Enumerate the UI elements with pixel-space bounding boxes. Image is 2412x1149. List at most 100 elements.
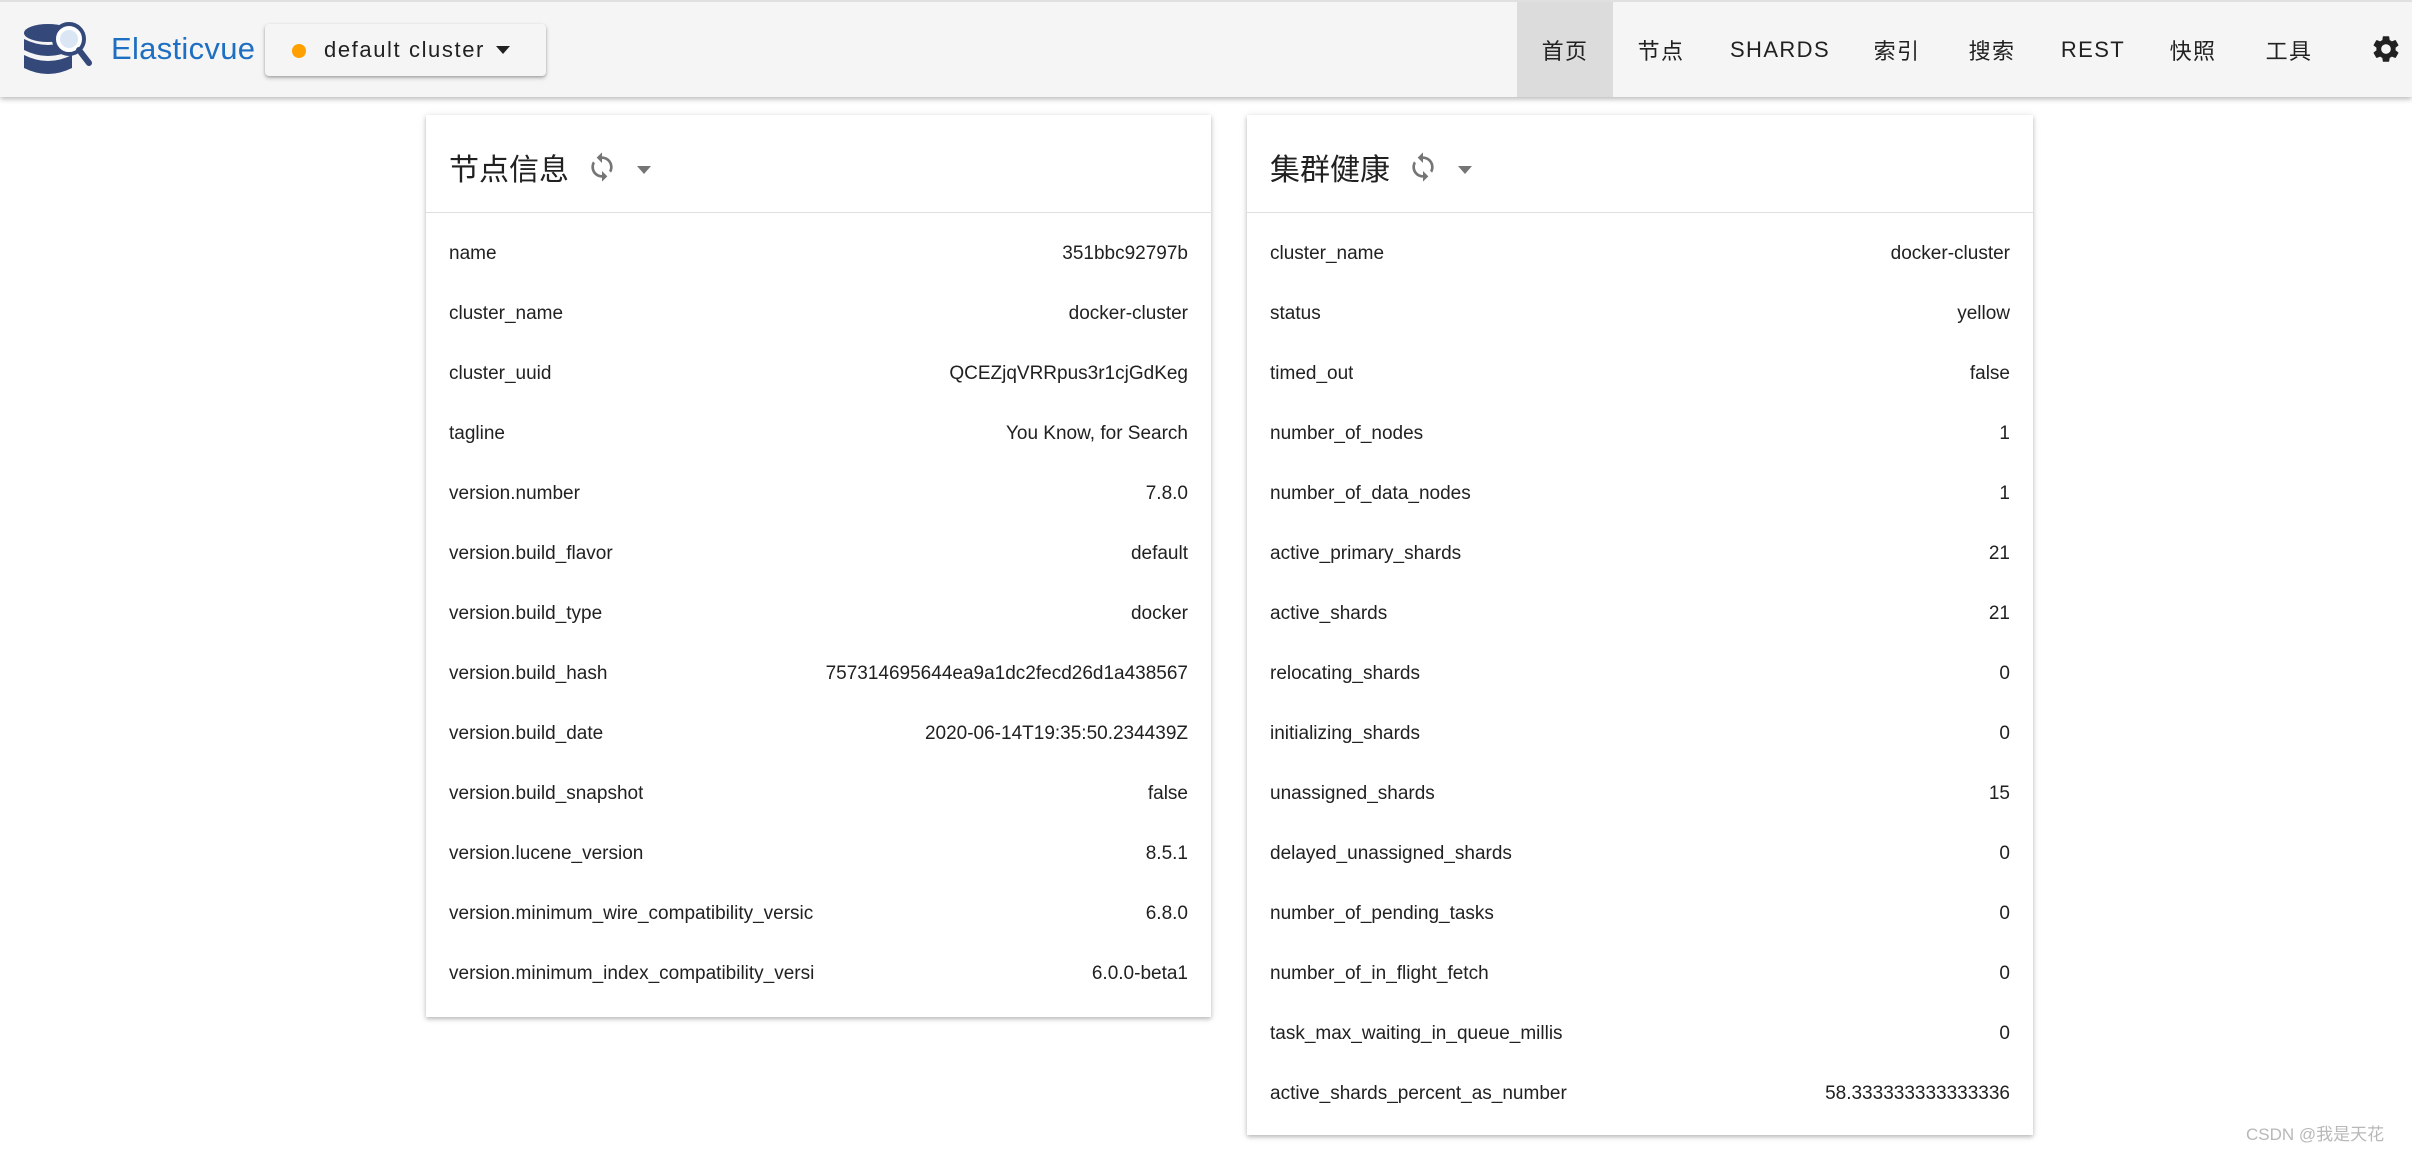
row-value: You Know, for Search	[1005, 423, 1188, 444]
row-key: tagline	[449, 423, 505, 444]
app-brand[interactable]: Elasticvue	[111, 31, 255, 67]
row-key: task_max_waiting_in_queue_millis	[1270, 1023, 1563, 1044]
row-key: timed_out	[1270, 363, 1354, 384]
node-info-card: 节点信息 name 351bbc92797b cluster_name docker-…	[426, 115, 1211, 1017]
row-key: version.minimum_wire_compatibility_versi…	[449, 903, 814, 924]
table-row: status yellow	[1247, 285, 2033, 345]
table-row: timed_out false	[1247, 345, 2033, 405]
main-nav: 首页 节点 SHARDS 索引 搜索 REST 快照 工具	[1517, 2, 2337, 97]
row-value: QCEZjqVRRpus3r1cjGdKeg	[949, 363, 1188, 384]
table-row: relocating_shards 0	[1247, 645, 2033, 705]
table-row: number_of_in_flight_fetch 0	[1247, 945, 2033, 1005]
nav-tab-shards[interactable]: SHARDS	[1709, 2, 1851, 97]
row-key: version.build_date	[449, 723, 604, 744]
nav-tab-search[interactable]: 搜索	[1943, 2, 2041, 97]
table-row: tagline You Know, for Search	[426, 405, 1211, 465]
row-value: 6.8.0	[1145, 903, 1188, 924]
row-key: initializing_shards	[1270, 723, 1420, 744]
row-value: default	[1130, 543, 1188, 564]
table-row: number_of_pending_tasks 0	[1247, 885, 2033, 945]
table-row: active_shards 21	[1247, 585, 2033, 645]
row-value: 0	[1999, 723, 2010, 744]
row-key: version.build_flavor	[449, 543, 613, 564]
row-value: 0	[1999, 1023, 2010, 1044]
row-value: 21	[1988, 543, 2010, 564]
card-header: 集群健康	[1247, 115, 2033, 213]
row-value: 1	[1999, 423, 2010, 444]
row-key: number_of_data_nodes	[1270, 483, 1471, 504]
refresh-icon[interactable]	[586, 151, 618, 183]
cluster-health-card: 集群健康 cluster_name docker-cluster status yel…	[1247, 115, 2033, 1135]
row-key: relocating_shards	[1270, 663, 1420, 684]
top-app-bar: Elasticvue default cluster 首页 节点 SHARDS …	[0, 0, 2412, 97]
nav-tab-rest[interactable]: REST	[2041, 2, 2145, 97]
table-row: version.build_hash 757314695644ea9a1dc2fe…	[426, 645, 1211, 705]
row-key: cluster_name	[1270, 243, 1385, 264]
row-key: number_of_in_flight_fetch	[1270, 963, 1489, 984]
row-key: version.build_hash	[449, 663, 608, 684]
row-value: 0	[1999, 903, 2010, 924]
row-value: yellow	[1957, 303, 2010, 324]
table-row: active_shards_percent_as_number 58.333333…	[1247, 1065, 2033, 1125]
nav-tab-indices[interactable]: 索引	[1851, 2, 1943, 97]
row-value: 0	[1999, 663, 2010, 684]
row-value: 0	[1999, 963, 2010, 984]
table-row: cluster_name docker-cluster	[1247, 225, 2033, 285]
row-key: cluster_name	[449, 303, 564, 324]
table-row: cluster_uuid QCEZjqVRRpus3r1cjGdKeg	[426, 345, 1211, 405]
chevron-down-icon[interactable]	[1458, 166, 1472, 174]
table-row: unassigned_shards 15	[1247, 765, 2033, 825]
cluster-status-dot	[292, 44, 306, 58]
nav-tab-snapshots[interactable]: 快照	[2145, 2, 2241, 97]
table-row: number_of_data_nodes 1	[1247, 465, 2033, 525]
table-row: task_max_waiting_in_queue_millis 0	[1247, 1005, 2033, 1065]
card-header: 节点信息	[426, 115, 1211, 213]
row-key: version.minimum_index_compatibility_vers…	[449, 963, 815, 984]
table-row: version.lucene_version 8.5.1	[426, 825, 1211, 885]
row-value: 2020-06-14T19:35:50.234439Z	[924, 723, 1188, 744]
row-key: status	[1270, 303, 1321, 324]
row-value: docker	[1130, 603, 1188, 624]
watermark: CSDN @我是天花	[2246, 1125, 2385, 1144]
row-value: 0	[1999, 843, 2010, 864]
table-row: version.build_flavor default	[426, 525, 1211, 585]
row-key: unassigned_shards	[1270, 783, 1435, 804]
row-key: cluster_uuid	[449, 363, 552, 384]
nav-tab-home[interactable]: 首页	[1517, 2, 1613, 97]
row-key: version.build_type	[449, 603, 603, 624]
row-value: docker-cluster	[1068, 303, 1188, 324]
cluster-selector-button[interactable]: default cluster	[265, 24, 546, 76]
row-value: 757314695644ea9a1dc2fecd26d1a438567	[825, 663, 1188, 684]
table-row: active_primary_shards 21	[1247, 525, 2033, 585]
nav-tab-utilities[interactable]: 工具	[2241, 2, 2337, 97]
table-row: number_of_nodes 1	[1247, 405, 2033, 465]
nav-tab-nodes[interactable]: 节点	[1613, 2, 1709, 97]
row-value: 8.5.1	[1145, 843, 1188, 864]
row-value: 351bbc92797b	[1062, 243, 1188, 264]
chevron-down-icon[interactable]	[637, 166, 651, 174]
row-key: number_of_pending_tasks	[1270, 903, 1494, 924]
row-value: 1	[1999, 483, 2010, 504]
row-key: version.number	[449, 483, 580, 504]
row-key: version.build_snapshot	[449, 783, 644, 804]
row-value: 6.0.0-beta1	[1091, 963, 1188, 984]
chevron-down-icon	[496, 46, 510, 54]
row-key: active_shards	[1270, 603, 1388, 624]
card-title: 节点信息	[449, 154, 569, 187]
row-value: 7.8.0	[1145, 483, 1188, 504]
row-key: version.lucene_version	[449, 843, 644, 864]
refresh-icon[interactable]	[1407, 151, 1439, 183]
table-row: name 351bbc92797b	[426, 225, 1211, 285]
card-title: 集群健康	[1270, 154, 1390, 187]
row-key: active_shards_percent_as_number	[1270, 1083, 1567, 1104]
cluster-selector-label: default cluster	[324, 37, 485, 62]
table-row: version.build_type docker	[426, 585, 1211, 645]
row-value: docker-cluster	[1890, 243, 2010, 264]
gear-icon[interactable]	[2370, 33, 2402, 65]
row-key: active_primary_shards	[1270, 543, 1462, 564]
table-row: version.build_date 2020-06-14T19:35:50.23…	[426, 705, 1211, 765]
row-value: 58.333333333333336	[1825, 1083, 2010, 1104]
table-row: version.build_snapshot false	[426, 765, 1211, 825]
row-value: 21	[1988, 603, 2010, 624]
row-value: false	[1147, 783, 1188, 804]
